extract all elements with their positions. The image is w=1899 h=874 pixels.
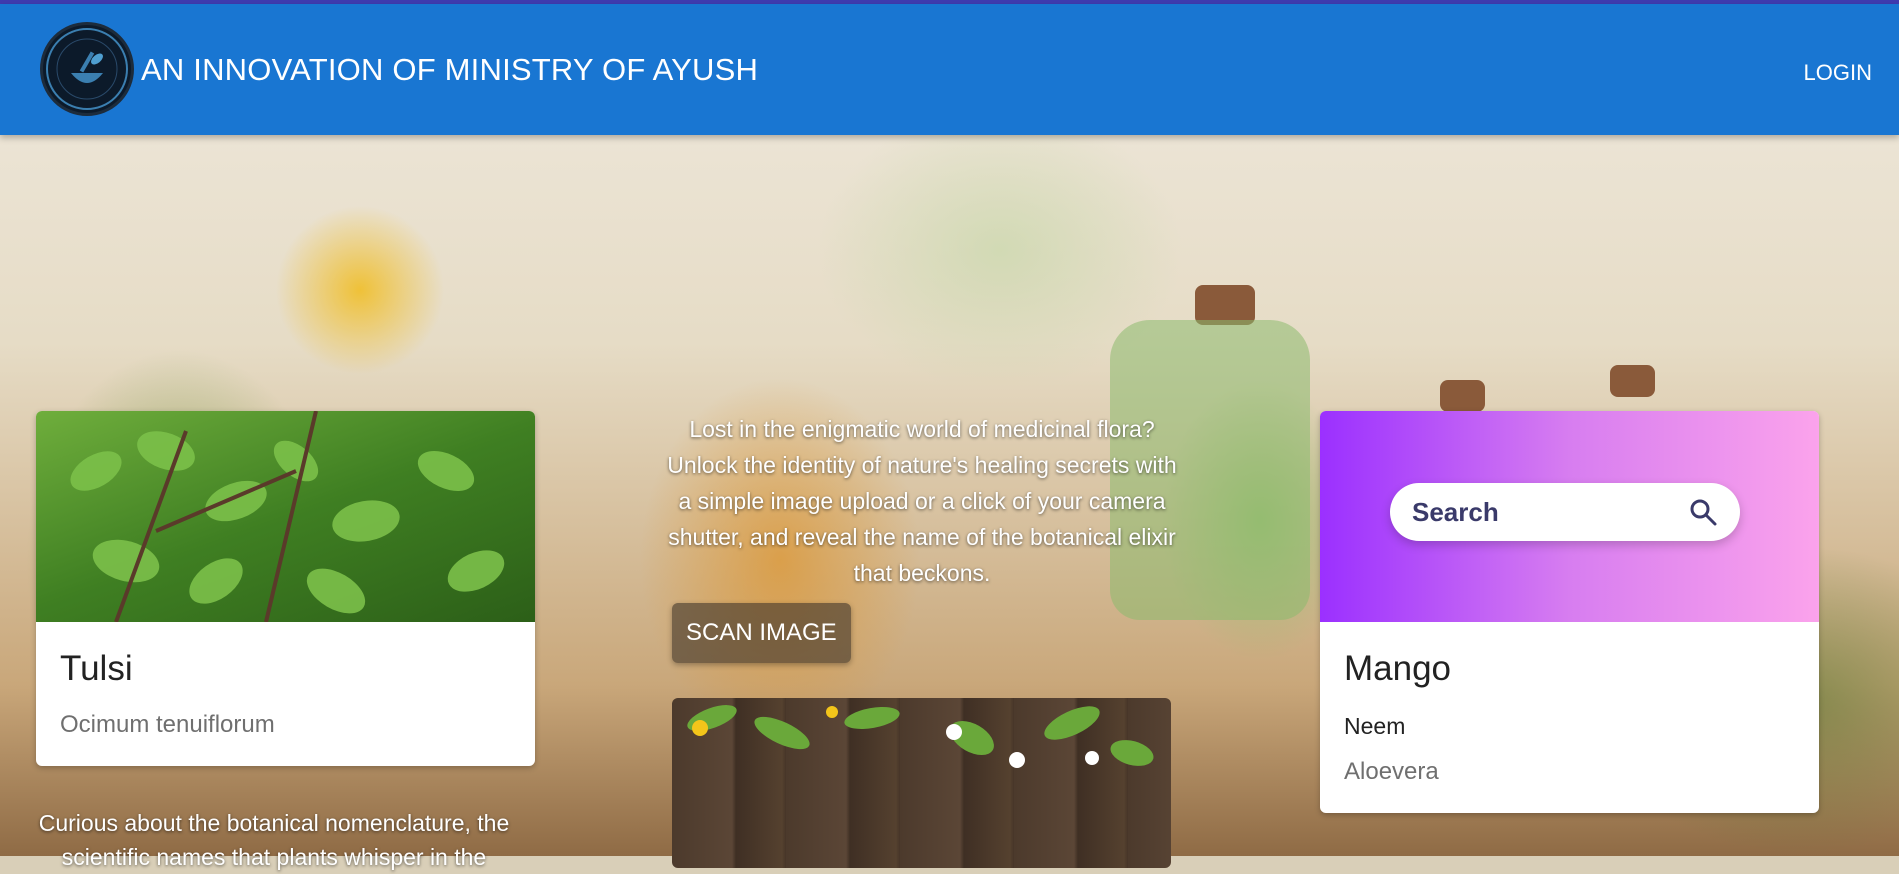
logo-emblem-icon[interactable] [40,22,134,116]
nomenclature-text: Curious about the botanical nomenclature… [38,810,510,870]
search-banner-image: Search [1320,411,1819,622]
list-item: Aloevera [1344,758,1439,785]
scan-image-button[interactable]: SCAN IMAGE [672,603,851,663]
card-title: Mango [1344,649,1452,688]
card-title: Tulsi [60,649,133,688]
app-bar: AN INNOVATION OF MINISTRY OF AYUSH LOGIN [0,4,1899,135]
card-subtitle: Ocimum tenuiflorum [60,711,275,738]
search-placeholder: Search [1412,497,1499,527]
tulsi-image [36,411,535,622]
plant-card-mango[interactable]: Search Mango Neem Aloevera [1320,411,1819,813]
plant-card-tulsi[interactable]: Tulsi Ocimum tenuiflorum [36,411,535,766]
login-button[interactable]: LOGIN [1804,60,1872,86]
intro-text: Lost in the enigmatic world of medicinal… [667,416,1177,586]
search-icon[interactable] [1688,497,1718,532]
app-title: AN INNOVATION OF MINISTRY OF AYUSH [141,52,759,87]
bottle-cork [1440,380,1485,412]
search-input[interactable]: Search [1390,483,1740,541]
bottle-cork [1195,285,1255,325]
herbs-wood-image [672,698,1171,868]
list-item: Neem [1344,713,1406,739]
bottle-cork [1610,365,1655,397]
